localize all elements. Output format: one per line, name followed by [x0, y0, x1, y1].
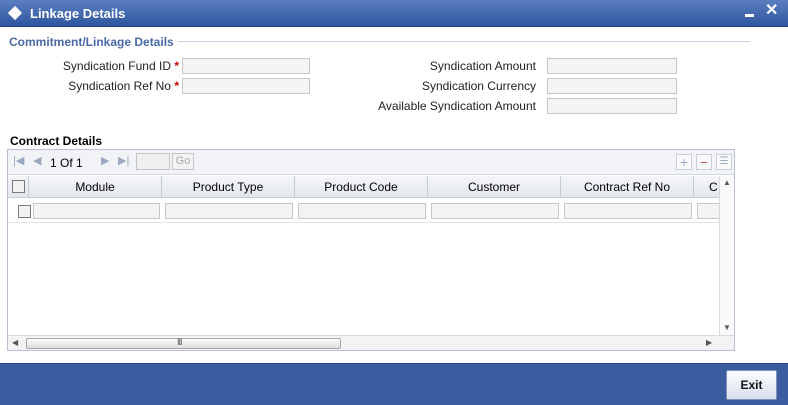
current-page: 1 — [50, 156, 57, 170]
total-pages: 1 — [76, 156, 83, 170]
next-page-icon[interactable]: ▶ — [101, 154, 109, 167]
module-cell[interactable] — [33, 203, 160, 219]
customer-cell[interactable] — [431, 203, 559, 219]
grip-icon: III — [177, 337, 182, 347]
required-mark: * — [174, 59, 179, 73]
column-product-type[interactable]: Product Type — [162, 176, 295, 197]
section-title: Commitment/Linkage Details — [9, 35, 174, 49]
close-icon[interactable]: ✕ — [765, 2, 778, 20]
footer-bar: Exit — [0, 363, 788, 405]
section-divider — [178, 41, 750, 42]
ref-no-label: Syndication Ref No * — [40, 79, 179, 93]
exit-button[interactable]: Exit — [726, 370, 777, 400]
required-mark: * — [174, 79, 179, 93]
grid-header: Module Product Type Product Code Custome… — [8, 176, 719, 198]
contract-details-title: Contract Details — [10, 134, 103, 148]
syndication-currency-label: Syndication Currency — [421, 79, 536, 93]
column-module[interactable]: Module — [29, 176, 162, 197]
ref-no-field[interactable] — [182, 78, 310, 94]
product-code-cell[interactable] — [298, 203, 426, 219]
scroll-left-icon[interactable]: ◀ — [12, 338, 18, 347]
vertical-scrollbar[interactable]: ▲ ▼ — [719, 176, 734, 336]
syndication-amount-field[interactable] — [547, 58, 677, 74]
syndication-currency-field[interactable] — [547, 78, 677, 94]
fund-id-label: Syndication Fund ID * — [40, 59, 179, 73]
column-partial[interactable]: C — [694, 176, 719, 197]
column-contract-ref-no[interactable]: Contract Ref No — [561, 176, 694, 197]
available-amount-label: Available Syndication Amount — [378, 99, 536, 113]
available-amount-field[interactable] — [547, 98, 677, 114]
ref-no-label-text: Syndication Ref No — [68, 79, 171, 93]
contract-grid: |◀ ◀ 1 Of 1 ▶ ▶| Go + − ☰ Module Product… — [7, 149, 735, 351]
row-checkbox[interactable] — [18, 205, 31, 218]
window-titlebar: Linkage Details ✕ — [0, 0, 788, 27]
column-customer[interactable]: Customer — [428, 176, 561, 197]
table-row — [8, 199, 719, 223]
page-number-input[interactable] — [136, 153, 170, 170]
delete-row-icon[interactable]: − — [696, 154, 712, 170]
column-product-code[interactable]: Product Code — [295, 176, 428, 197]
partial-cell[interactable] — [697, 203, 719, 219]
grid-toolbar: |◀ ◀ 1 Of 1 ▶ ▶| Go + − ☰ — [8, 150, 734, 175]
window-diamond-icon — [7, 5, 23, 21]
dialog-body: Commitment/Linkage Details Syndication F… — [0, 27, 788, 363]
syndication-amount-label: Syndication Amount — [429, 59, 536, 73]
horizontal-scrollbar[interactable]: ◀ III ▶ — [8, 335, 734, 350]
single-view-icon[interactable]: ☰ — [716, 154, 732, 170]
last-page-icon[interactable]: ▶| — [118, 154, 129, 167]
horizontal-scroll-thumb[interactable]: III — [26, 337, 341, 349]
minimize-icon[interactable] — [745, 14, 754, 17]
window-title: Linkage Details — [30, 6, 126, 21]
select-all-checkbox[interactable] — [12, 180, 25, 193]
go-button[interactable]: Go — [172, 153, 194, 170]
contract-ref-no-cell[interactable] — [564, 203, 692, 219]
previous-page-icon[interactable]: ◀ — [33, 154, 41, 167]
product-type-cell[interactable] — [165, 203, 293, 219]
of-label: Of — [60, 156, 73, 170]
scroll-up-icon[interactable]: ▲ — [723, 178, 731, 187]
first-page-icon[interactable]: |◀ — [13, 154, 24, 167]
fund-id-field[interactable] — [182, 58, 310, 74]
scroll-right-icon[interactable]: ▶ — [706, 338, 712, 347]
add-row-icon[interactable]: + — [676, 154, 692, 170]
scroll-down-icon[interactable]: ▼ — [723, 323, 731, 332]
select-all-cell — [8, 176, 29, 197]
fund-id-label-text: Syndication Fund ID — [62, 59, 171, 73]
page-indicator: 1 Of 1 — [50, 156, 83, 170]
